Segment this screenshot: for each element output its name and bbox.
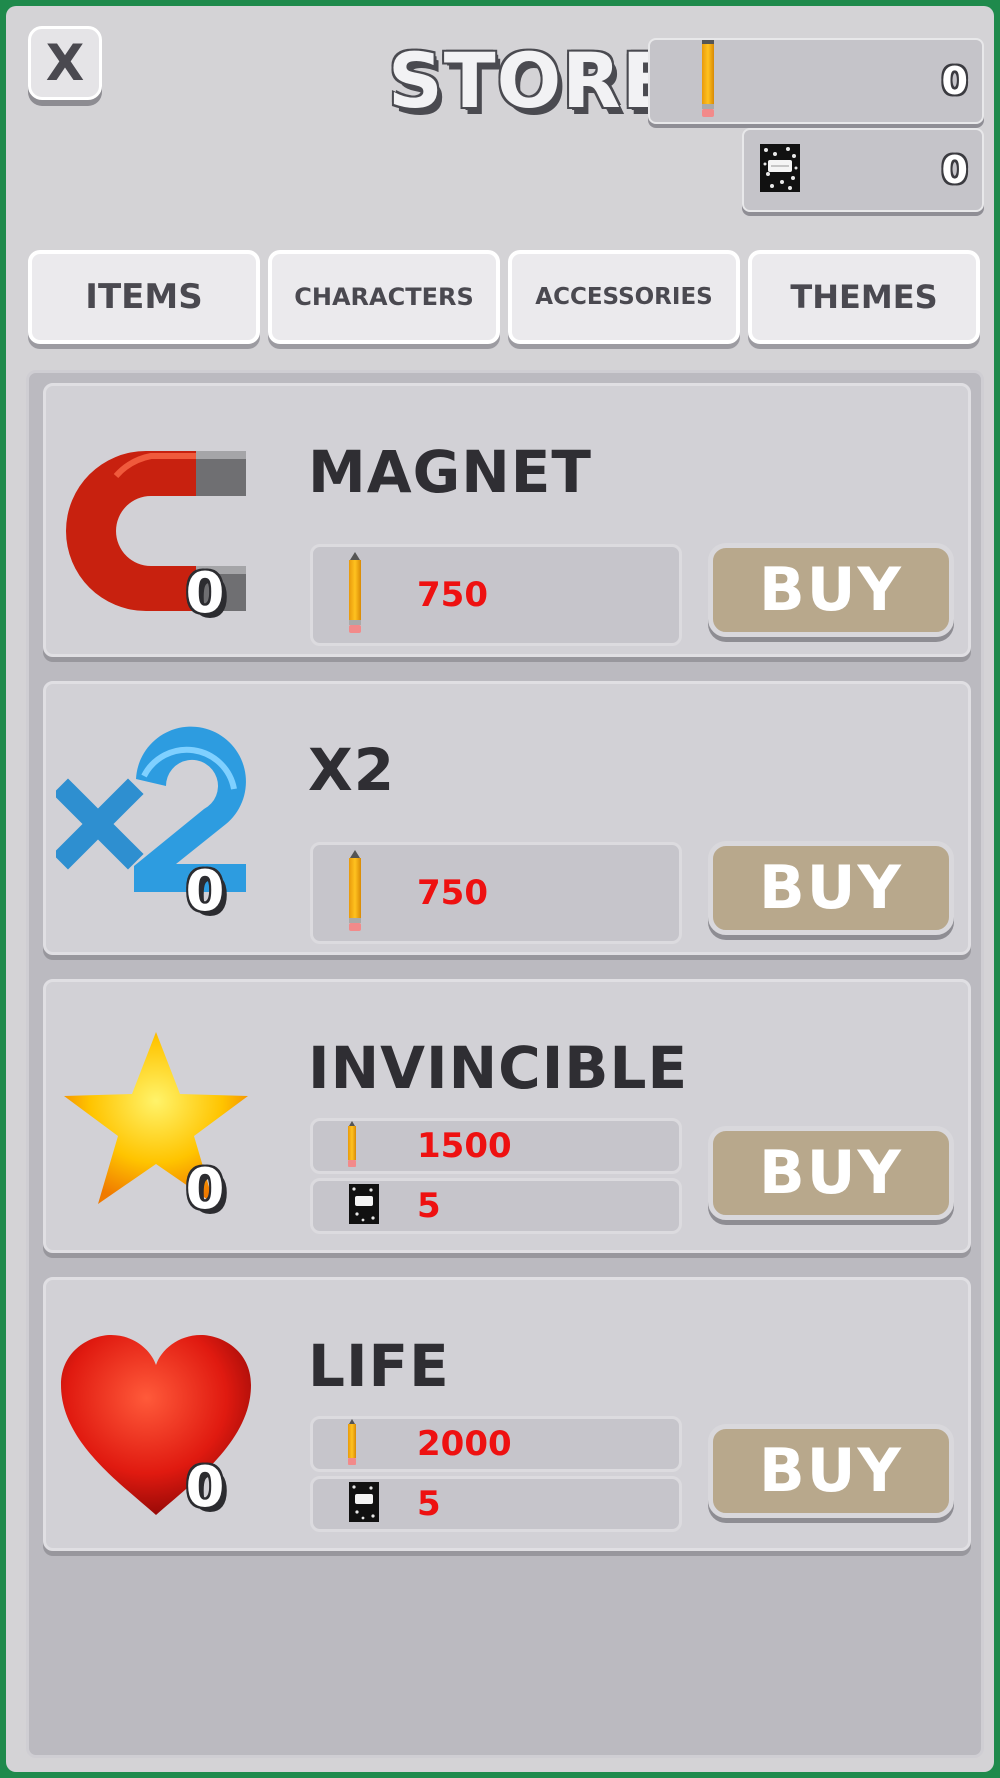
buy-button[interactable]: BUY bbox=[708, 1424, 954, 1518]
tab-label: CHARACTERS bbox=[294, 283, 474, 311]
close-label: X bbox=[45, 34, 85, 92]
owned-count: 0 bbox=[185, 1455, 225, 1520]
pencil-icon bbox=[347, 850, 363, 936]
tab-label: ACCESSORIES bbox=[535, 284, 713, 310]
notebook-balance: 0 bbox=[742, 128, 984, 212]
price-notebooks: 5 bbox=[310, 1476, 682, 1532]
tab-label: THEMES bbox=[790, 278, 938, 316]
buy-label: BUY bbox=[759, 1138, 903, 1208]
tab-label: ITEMS bbox=[85, 277, 203, 317]
pencil-balance-value: 0 bbox=[941, 59, 968, 103]
list-item: 0 LIFE 2000 5 BUY bbox=[43, 1277, 971, 1551]
notebook-icon bbox=[349, 1482, 379, 1526]
price-pencils: 750 bbox=[310, 842, 682, 944]
close-button[interactable]: X bbox=[28, 26, 102, 100]
owned-count: 0 bbox=[185, 561, 225, 626]
notebook-icon bbox=[760, 144, 800, 196]
buy-label: BUY bbox=[759, 555, 903, 625]
list-item: 0 X2 750 BUY bbox=[43, 681, 971, 955]
buy-button[interactable]: BUY bbox=[708, 543, 954, 637]
pencil-icon bbox=[700, 40, 716, 122]
pencil-icon bbox=[347, 552, 363, 638]
price-value: 1500 bbox=[417, 1126, 512, 1166]
pencil-icon bbox=[347, 1121, 357, 1171]
item-name: MAGNET bbox=[308, 438, 592, 506]
list-item: 0 MAGNET 750 BUY bbox=[43, 383, 971, 657]
item-name: X2 bbox=[308, 736, 396, 804]
item-name: INVINCIBLE bbox=[308, 1034, 689, 1102]
price-pencils: 750 bbox=[310, 544, 682, 646]
price-value: 5 bbox=[417, 1186, 441, 1226]
buy-button[interactable]: BUY bbox=[708, 1126, 954, 1220]
item-name: LIFE bbox=[308, 1332, 450, 1400]
list-item: 0 INVINCIBLE 1500 5 BUY bbox=[43, 979, 971, 1253]
tab-characters[interactable]: CHARACTERS bbox=[268, 250, 500, 344]
owned-count: 0 bbox=[185, 1157, 225, 1222]
pencil-icon bbox=[347, 1419, 357, 1469]
item-list[interactable]: 0 MAGNET 750 BUY 0 X2 750 BUY 0 INVINCIB… bbox=[26, 370, 984, 1758]
store-screen: X STORE 0 0 ITEMS CHARACTERS ACCESSORIES… bbox=[6, 6, 994, 1772]
buy-label: BUY bbox=[759, 853, 903, 923]
price-value: 750 bbox=[417, 873, 488, 913]
tab-accessories[interactable]: ACCESSORIES bbox=[508, 250, 740, 344]
notebook-icon bbox=[349, 1184, 379, 1228]
tab-themes[interactable]: THEMES bbox=[748, 250, 980, 344]
page-title: STORE bbox=[388, 36, 675, 125]
price-pencils: 2000 bbox=[310, 1416, 682, 1472]
buy-label: BUY bbox=[759, 1436, 903, 1506]
notebook-balance-value: 0 bbox=[941, 148, 968, 192]
buy-button[interactable]: BUY bbox=[708, 841, 954, 935]
store-tabs: ITEMS CHARACTERS ACCESSORIES THEMES bbox=[28, 250, 984, 344]
price-value: 5 bbox=[417, 1484, 441, 1524]
price-pencils: 1500 bbox=[310, 1118, 682, 1174]
tab-items[interactable]: ITEMS bbox=[28, 250, 260, 344]
price-value: 2000 bbox=[417, 1424, 512, 1464]
price-notebooks: 5 bbox=[310, 1178, 682, 1234]
pencil-balance: 0 bbox=[648, 38, 984, 124]
owned-count: 0 bbox=[185, 859, 225, 924]
price-value: 750 bbox=[417, 575, 488, 615]
